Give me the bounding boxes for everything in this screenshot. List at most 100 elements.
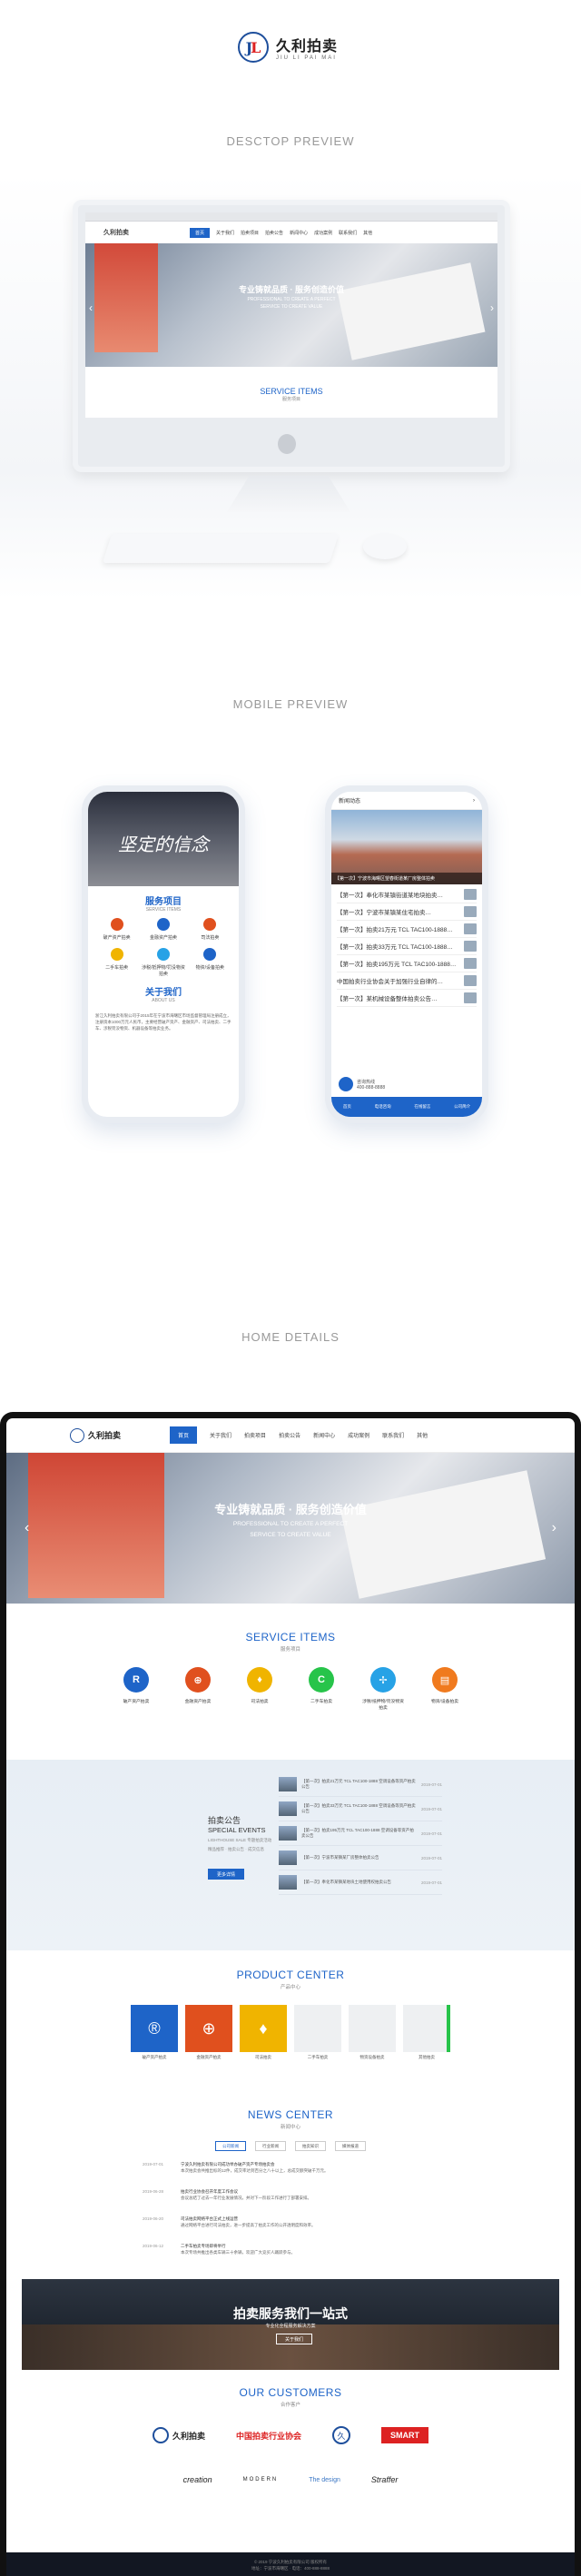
equipment-icon (203, 948, 217, 961)
customer-logo[interactable]: Straffer (371, 2475, 399, 2484)
nav-item[interactable]: 拍卖项目 (244, 1431, 266, 1439)
phone-about-title: 关于我们 (145, 988, 182, 998)
product-card[interactable] (294, 2005, 341, 2052)
product-label: 金融资产拍卖 (196, 2055, 222, 2059)
mini-nav-item[interactable]: 首页 (190, 227, 211, 238)
list-item[interactable]: 【第一次】拍卖33万元 TCL TAC100-1888 空调设备等资产拍卖公告 2… (279, 1797, 442, 1821)
hero-prev-arrow[interactable]: ‹ (25, 1520, 29, 1536)
list-item[interactable]: 【第一次】拍卖195万元 TCL TAC100-1888… (337, 955, 477, 972)
events-intro: 拍卖公告 SPECIAL EVENTS LIGHTHOUSE SALE 专题拍卖… (208, 1814, 271, 1880)
nav-item[interactable]: 成功案例 (348, 1431, 369, 1439)
customer-logo[interactable]: 久 (332, 2426, 351, 2444)
service-item[interactable]: R 破产资产拍卖 (115, 1667, 157, 1711)
bottom-tab[interactable]: 公司简介 (454, 1104, 470, 1110)
product-card[interactable]: ⊕ (185, 2005, 232, 2052)
phone-service-item[interactable]: 二手车拍卖 (94, 948, 140, 977)
customer-logo[interactable]: creation (183, 2475, 212, 2484)
product-card[interactable]: ♦ (240, 2005, 287, 2052)
footer-copyright: © 2019 宁波久利拍卖有限公司 版权所有 (253, 2560, 328, 2564)
phone-hotline[interactable]: 咨询热线 400-888-8888 (339, 1077, 385, 1091)
customers-row-2: creation MODERN The design Straffer (6, 2475, 575, 2484)
chevron-right-icon[interactable]: › (473, 798, 475, 804)
hero-en-1: PROFESSIONAL TO CREATE A PERFECT (232, 1521, 349, 1527)
list-item[interactable]: 中国拍卖行业协会关于加强行业自律的… (337, 972, 477, 990)
nav-item[interactable]: 首页 (170, 1426, 198, 1444)
list-item[interactable]: 【第一次】某机械设备整体拍卖公告… (337, 990, 477, 1007)
service-title: SERVICE ITEMS (245, 1631, 336, 1643)
phone-service-item[interactable]: 金融资产拍卖 (140, 918, 186, 941)
product-label: 破产资产拍卖 (142, 2055, 167, 2059)
products-row: ® ⊕ ♦ (6, 2005, 575, 2052)
mini-hero-next-arrow[interactable]: › (490, 301, 494, 314)
mini-hero-en2: SERVICE TO CREATE VALUE (260, 304, 323, 310)
tab-media[interactable]: 媒体报道 (335, 2141, 366, 2151)
phone-service-item[interactable]: 涉税/抵押物/罚没物资拍卖 (140, 948, 186, 977)
news-subtitle: 新闻中心 (280, 2125, 300, 2130)
cta-banner: 拍卖服务我们一站式 专业化全程服务解决方案 关于我们 (22, 2279, 559, 2370)
product-card[interactable] (349, 2005, 396, 2052)
mini-hero-prev-arrow[interactable]: ‹ (89, 301, 93, 314)
mini-hero: 专业铸就品质 · 服务创造价值 PROFESSIONAL TO CREATE A… (85, 243, 497, 367)
mini-nav-item[interactable]: 拍卖项目 (241, 230, 259, 236)
list-item[interactable]: 【第一次】拍卖21万元 TCL TAC100-1888… (337, 921, 477, 938)
equipment-icon: ▤ (432, 1667, 458, 1693)
news-item[interactable]: 2019-06-12 二手车拍卖专场即将举行 本次专场共推出各类车辆三十余辆，欢迎广… (143, 2243, 460, 2255)
mini-nav-item[interactable]: 新闻中心 (290, 230, 308, 236)
nav-item[interactable]: 新闻中心 (313, 1431, 335, 1439)
mini-nav-item[interactable]: 成功案例 (314, 230, 332, 236)
car-icon (110, 948, 123, 961)
brand-logo[interactable]: JL 久利拍卖 JIU LI PAI MAI (238, 27, 338, 67)
mini-nav-item[interactable]: 关于我们 (216, 230, 234, 236)
service-item[interactable]: ⊕ 金融资产拍卖 (177, 1667, 219, 1711)
list-item[interactable]: 【第一次】宁波市某镇某住宅拍卖… (337, 903, 477, 921)
tab-company-news[interactable]: 公司新闻 (215, 2141, 246, 2151)
phone-service-item[interactable]: 物资/设备拍卖 (187, 948, 233, 977)
product-card[interactable]: ® (131, 2005, 178, 2052)
service-item[interactable]: ♦ 司法拍卖 (239, 1667, 281, 1711)
service-item[interactable]: C 二手车拍卖 (300, 1667, 342, 1711)
list-item[interactable]: 【第一次】拍卖195万元 TCL TAC100-1888 空调设备等资产拍卖公告… (279, 1821, 442, 1846)
customer-logo[interactable]: SMART (381, 2427, 429, 2443)
news-item[interactable]: 2019-07-01 宁波久利拍卖有限公司成功举办破产资产专场拍卖会 本次拍卖会共推… (143, 2161, 460, 2174)
customer-logo[interactable]: 中国拍卖行业协会 (236, 2430, 301, 2442)
list-item[interactable]: 【第一次】奉化市某镇某地块土地使用权拍卖公告 2019-07-01 (279, 1870, 442, 1895)
banner-about-button[interactable]: 关于我们 (276, 2334, 312, 2344)
phone-news-image[interactable]: 【第一次】宁波市海曙区望春街道某厂房整体拍卖 (331, 810, 482, 884)
nav-item[interactable]: 联系我们 (382, 1431, 404, 1439)
list-item[interactable]: 【第一次】奉化市某镇街道某地块拍卖… (337, 886, 477, 903)
news-item[interactable]: 2019-06-28 拍卖行业协会召开年度工作会议 会议总结了过去一年行业发展情况，… (143, 2188, 460, 2201)
mini-logo[interactable]: 久利拍卖 (103, 228, 129, 237)
product-card[interactable] (403, 2005, 450, 2052)
keyboard (102, 534, 340, 563)
list-item[interactable]: 【第一次】拍卖33万元 TCL TAC100-1888… (337, 938, 477, 955)
customer-logo[interactable]: MODERN (243, 2477, 279, 2482)
mini-nav-item[interactable]: 其他 (363, 230, 372, 236)
banner-subtitle: 专业化全程服务解决方案 (265, 2324, 316, 2329)
nav-item[interactable]: 拍卖公告 (279, 1431, 300, 1439)
news-item[interactable]: 2019-06-20 司法拍卖网络平台正式上线运营 通过网络平台进行司法拍卖，进一步… (143, 2216, 460, 2228)
mini-nav-item[interactable]: 联系我们 (339, 230, 357, 236)
customer-logo[interactable]: 久利拍卖 (152, 2427, 205, 2443)
tab-knowledge[interactable]: 拍卖知识 (295, 2141, 326, 2151)
nav-item[interactable]: 关于我们 (210, 1431, 231, 1439)
events-more-button[interactable]: 更多详情 (208, 1869, 244, 1880)
mini-nav-item[interactable]: 拍卖公告 (265, 230, 283, 236)
events-list: 【第一次】拍卖21万元 TCL TAC100-1888 空调设备等资产拍卖公告 2… (279, 1772, 442, 1895)
customer-logo[interactable]: The design (309, 2477, 340, 2483)
brand-name-en: JIU LI PAI MAI (276, 55, 337, 61)
monitor-screen: 久利拍卖 首页 关于我们 拍卖项目 拍卖公告 新闻中心 成功案例 联系我们 其他… (85, 212, 497, 418)
hero-next-arrow[interactable]: › (552, 1520, 556, 1536)
tab-industry-news[interactable]: 行业新闻 (255, 2141, 286, 2151)
nav-logo[interactable]: 久利拍卖 (70, 1427, 121, 1443)
phone-service-item[interactable]: 破产资产拍卖 (94, 918, 140, 941)
service-item[interactable]: ▤ 物资/设备拍卖 (424, 1667, 466, 1711)
service-row: R 破产资产拍卖 ⊕ 金融资产拍卖 ♦ 司法拍卖 C 二手车拍卖 ✢ 涉税/抵押物/罚没物… (6, 1667, 575, 1711)
service-item[interactable]: ✢ 涉税/抵押物/罚没物资拍卖 (362, 1667, 404, 1711)
list-item[interactable]: 【第一次】拍卖21万元 TCL TAC100-1888 空调设备等资产拍卖公告 2… (279, 1772, 442, 1797)
bottom-tab[interactable]: 电话咨询 (375, 1104, 391, 1110)
nav-item[interactable]: 其他 (417, 1431, 428, 1439)
bottom-tab[interactable]: 在线留言 (414, 1104, 430, 1110)
phone-service-item[interactable]: 司法拍卖 (187, 918, 233, 941)
bottom-tab[interactable]: 首页 (343, 1104, 351, 1110)
list-item[interactable]: 【第一次】宁波市某镇某厂房整体拍卖公告 2019-07-01 (279, 1846, 442, 1870)
